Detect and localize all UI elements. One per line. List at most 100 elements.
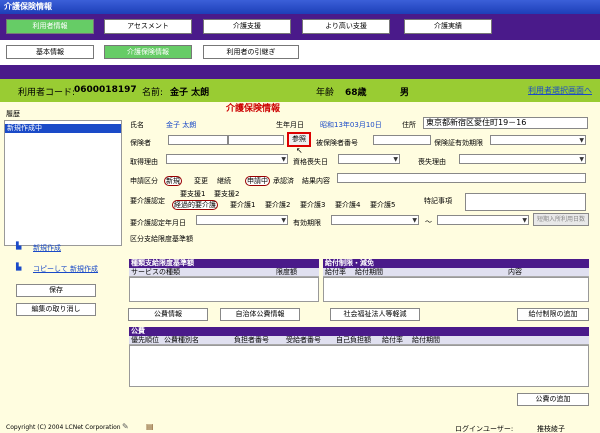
tab-user-info[interactable]: 利用者情報 [6,19,94,34]
limit-table-title: 種類支給限度基準額 [129,259,319,268]
address-field[interactable]: 東京都新宿区愛住町19－16 [423,117,588,129]
col-benefit-content: 内容 [463,268,589,277]
special-field[interactable] [465,193,586,211]
reference-button[interactable]: 参照 [287,132,311,147]
address-label: 住所 [402,121,416,129]
public-table-body[interactable] [129,345,589,387]
history-item[interactable]: 新規作成中 [5,124,121,133]
care-4-radio[interactable]: 要介護4 [335,200,360,210]
tab-higher-support[interactable]: より高い支援 [302,19,390,34]
benefit-table-title: 給付制限・減免 [323,259,589,268]
add-public-button[interactable]: 公費の追加 [517,393,589,406]
valid-to-select[interactable] [437,215,529,225]
insurer-name-field[interactable] [228,135,284,145]
result-field[interactable] [337,173,586,183]
new-link[interactable]: 新規作成 [33,243,61,253]
pen-icon[interactable]: ✎ [122,422,129,431]
care-3-radio[interactable]: 要介護3 [300,200,325,210]
col-priority: 優先順位 [129,336,162,345]
window-title: 介護保険情報 [0,0,600,14]
care-label: 要介護認定 [130,197,165,205]
lost-reason-label: 喪失理由 [418,158,446,166]
insured-no-field[interactable] [373,135,431,145]
care-2-radio[interactable]: 要介護2 [265,200,290,210]
name-value: 金子 太朗 [166,121,197,129]
login-label: ログインユーザー: [455,425,514,433]
special-label: 特記事項 [424,197,452,205]
cert-valid-label: 保険証有効期限 [434,139,483,147]
col-benefit-period: 給付期間 [353,268,463,277]
birth-label: 生年月日 [276,121,304,129]
copyright: Copyright (C) 2004 LCNet Corporation [6,424,121,431]
user-bar-top [0,65,600,79]
save-button[interactable]: 保存 [16,284,96,297]
acquired-label: 取得理由 [130,158,158,166]
cancel-edit-button[interactable]: 編集の取り消し [16,303,96,316]
subtab-insurance[interactable]: 介護保険情報 [104,45,192,59]
social-welfare-button[interactable]: 社会福祉法人等軽減 [330,308,420,321]
range-separator: ～ [425,218,432,226]
subtab-basic[interactable]: 基本情報 [6,45,94,59]
gender: 男 [400,88,410,98]
age-label: 年齢 [316,88,335,98]
acquired-select[interactable] [166,154,288,164]
history-label: 履歴 [6,110,20,118]
public-info-button[interactable]: 公費情報 [128,308,208,321]
age: 68歳 [345,88,367,98]
limit-table-body[interactable] [129,277,319,302]
footer: Copyright (C) 2004 LCNet Corporation ✎ ▤… [0,422,600,433]
history-list[interactable]: 新規作成中 [4,120,122,246]
copy-icon[interactable]: ▙ [16,263,21,271]
birth-value: 昭和13年03月10日 [320,121,382,129]
care-1-radio[interactable]: 要介護1 [230,200,255,210]
transitional-radio[interactable]: 経過的要介護 [172,200,218,210]
support-2-radio[interactable]: 要支援2 [214,189,239,199]
valid-label: 有効期限 [293,219,321,227]
section-title: 介護保険情報 [226,104,281,114]
insurer-label: 保険者 [130,139,151,147]
col-public-type: 公費種別名 [162,336,232,345]
care-date-select[interactable] [196,215,288,225]
tab-care-support[interactable]: 介護支援 [203,19,291,34]
col-public-period: 給付期間 [410,336,589,345]
add-benefit-button[interactable]: 給付制限の追加 [517,308,589,321]
app-label: 申請区分 [130,177,158,185]
app-approved-radio[interactable]: 承認済 [273,176,294,186]
lost-reason-select[interactable] [459,154,586,164]
copy-new-link[interactable]: コピーして 新規作成 [33,264,98,274]
login-user: 推枝綾子 [537,425,565,433]
user-code: 0600018197 [74,85,137,95]
col-service-type: サービスの種類 [129,268,274,277]
name-label: 氏名 [130,121,144,129]
short-stay-button[interactable]: 短期入所利用日数 [533,213,589,226]
lost-date-select[interactable] [338,154,400,164]
insurer-code-field[interactable] [168,135,228,145]
user-select-link[interactable]: 利用者選択画面へ [528,85,592,96]
user-code-label: 利用者コード: [18,88,76,98]
valid-from-select[interactable] [331,215,419,225]
lost-date-label: 資格喪失日 [293,158,328,166]
care-date-label: 要介護認定年月日 [130,219,186,227]
new-icon[interactable]: ▙ [16,242,21,250]
cert-valid-select[interactable] [490,135,586,145]
col-self-pay: 自己負担額 [334,336,380,345]
tab-assessment[interactable]: アセスメント [104,19,192,34]
col-payer-no: 負担者番号 [232,336,284,345]
app-new-radio[interactable]: 新規 [164,176,182,186]
benefit-table-body[interactable] [323,277,589,302]
support-1-radio[interactable]: 要支援1 [180,189,205,199]
local-public-button[interactable]: 自治体公費情報 [220,308,300,321]
col-benefit-rate: 給付率 [323,268,353,277]
col-public-rate: 給付率 [380,336,410,345]
app-applying-radio[interactable]: 申請中 [245,176,270,186]
care-5-radio[interactable]: 要介護5 [370,200,395,210]
app-continue-radio[interactable]: 継続 [217,176,231,186]
subtab-handover[interactable]: 利用者の引継ぎ [203,45,299,59]
col-limit-amount: 限度額 [274,268,319,277]
book-icon[interactable]: ▤ [146,422,154,431]
result-label: 結果内容 [302,177,330,185]
app-change-radio[interactable]: 変更 [194,176,208,186]
tab-care-record[interactable]: 介護実績 [404,19,492,34]
public-table-title: 公費 [129,327,589,336]
limit-label: 区分支給限度基準額 [130,235,193,243]
